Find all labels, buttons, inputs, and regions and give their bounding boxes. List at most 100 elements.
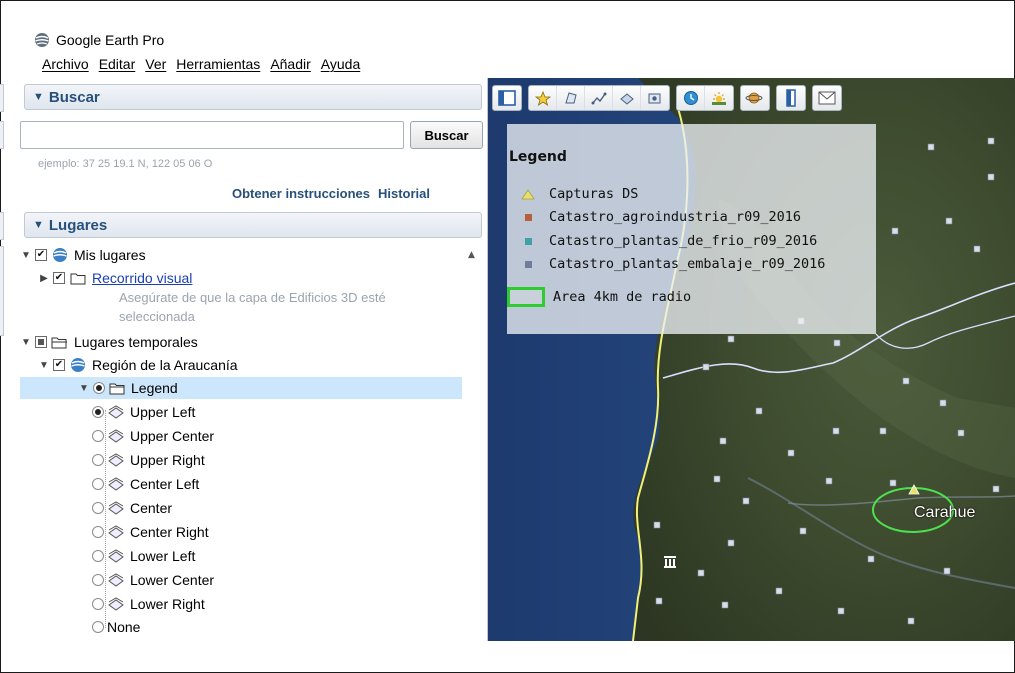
option-label: Center Left: [130, 476, 200, 492]
menu-ayuda[interactable]: Ayuda: [321, 56, 360, 76]
option-row[interactable]: Upper Right: [92, 449, 205, 471]
overlay-layer-icon: [107, 428, 125, 444]
menu-herramientas[interactable]: Herramientas: [176, 56, 260, 76]
path-icon: [591, 92, 606, 105]
placemark-icon: [534, 90, 551, 106]
directions-link[interactable]: Obtener instrucciones: [232, 186, 370, 201]
map-toolbar: [488, 82, 1015, 114]
option-row[interactable]: None: [92, 616, 140, 638]
image-overlay-icon: [619, 93, 634, 105]
historical-imagery-button[interactable]: [677, 86, 705, 110]
collapse-triangle-icon: ▼: [33, 219, 44, 231]
option-label: None: [107, 619, 141, 635]
square-marker-icon: [521, 257, 535, 271]
option-radio[interactable]: [92, 502, 104, 514]
region-label: Región de la Araucanía: [92, 357, 238, 373]
legend-title: Legend: [509, 149, 567, 165]
my-places-label: Mis lugares: [74, 247, 146, 263]
menu-bar: Archivo Editar Ver Herramientas Añadir A…: [42, 56, 360, 76]
menu-ver[interactable]: Ver: [145, 56, 166, 76]
search-links: Obtener instrucciones Historial: [232, 186, 430, 201]
option-row[interactable]: Lower Center: [92, 569, 214, 591]
add-image-overlay-button[interactable]: [613, 86, 641, 110]
menu-editar[interactable]: Editar: [99, 56, 136, 76]
scroll-up-arrow-icon[interactable]: ▲: [468, 250, 475, 260]
option-radio[interactable]: [92, 406, 104, 418]
option-radio[interactable]: [92, 598, 104, 610]
legend-item-label: Area 4km de radio: [553, 289, 692, 305]
switch-planet-button[interactable]: [740, 85, 770, 111]
tree-row-region[interactable]: ▼ ✔ Región de la Araucanía: [38, 354, 238, 376]
overlay-layer-icon: [107, 500, 125, 516]
expand-arrow-icon[interactable]: ▼: [38, 360, 50, 371]
option-row[interactable]: Upper Left: [92, 401, 195, 423]
option-label: Upper Center: [130, 428, 215, 444]
expand-arrow-icon[interactable]: ▼: [20, 250, 32, 261]
option-row[interactable]: Upper Center: [92, 425, 214, 447]
option-row[interactable]: Center Left: [92, 473, 199, 495]
option-label: Lower Right: [130, 596, 205, 612]
panel-collapse-handle[interactable]: [0, 84, 4, 112]
places-section-header[interactable]: ▼ Lugares: [24, 212, 482, 238]
panel-collapse-handle-2[interactable]: [0, 121, 4, 149]
option-radio[interactable]: [92, 621, 104, 633]
option-row[interactable]: Center Right: [92, 521, 209, 543]
legend-radio[interactable]: [93, 382, 105, 394]
sidebar-toggle-button[interactable]: [492, 85, 522, 111]
add-path-button[interactable]: [585, 86, 613, 110]
panel-collapse-handle-3[interactable]: [0, 212, 4, 240]
expand-arrow-icon[interactable]: ▼: [78, 383, 90, 394]
option-row[interactable]: Lower Right: [92, 593, 205, 615]
folder-icon: [108, 380, 126, 396]
add-polygon-button[interactable]: [557, 86, 585, 110]
email-button[interactable]: [812, 85, 842, 111]
option-radio[interactable]: [92, 550, 104, 562]
legend-item-label: Capturas DS: [549, 186, 639, 202]
overlay-layer-icon: [107, 452, 125, 468]
option-label: Center Right: [130, 524, 209, 540]
earth-globe-icon: [69, 357, 87, 373]
tour-checkbox[interactable]: ✔: [53, 272, 65, 284]
sunlight-button[interactable]: [705, 86, 733, 110]
add-placemark-button[interactable]: [529, 86, 557, 110]
option-radio[interactable]: [92, 430, 104, 442]
search-button[interactable]: Buscar: [410, 121, 483, 149]
town-label[interactable]: Carahue: [914, 504, 975, 522]
my-places-checkbox[interactable]: ✔: [35, 249, 47, 261]
option-radio[interactable]: [92, 478, 104, 490]
legend-item-label: Catastro_plantas_embalaje_r09_2016: [549, 256, 826, 272]
area-outline-icon: [507, 287, 545, 307]
record-tour-button[interactable]: [641, 86, 669, 110]
ruler-button[interactable]: [776, 85, 806, 111]
expand-arrow-icon[interactable]: ▼: [20, 337, 32, 348]
option-row[interactable]: Center: [92, 497, 172, 519]
search-section-header[interactable]: ▼ Buscar: [24, 84, 482, 110]
region-checkbox[interactable]: ✔: [53, 359, 65, 371]
tree-row-tour[interactable]: ▶ ✔ Recorrido visual: [38, 267, 192, 289]
menu-anadir[interactable]: Añadir: [270, 56, 310, 76]
google-earth-icon: [34, 32, 50, 48]
search-input[interactable]: [20, 121, 404, 149]
panel-collapse-handle-4[interactable]: [0, 246, 4, 336]
tour-link[interactable]: Recorrido visual: [92, 270, 192, 286]
legend-item-label: Catastro_plantas_de_frio_r09_2016: [549, 233, 818, 249]
legend-item: Area 4km de radio: [507, 287, 691, 307]
option-radio[interactable]: [92, 526, 104, 538]
expand-arrow-icon[interactable]: ▶: [38, 273, 50, 284]
option-label: Upper Left: [130, 404, 196, 420]
tree-row-temp-places[interactable]: ▼ Lugares temporales: [20, 331, 198, 353]
overlay-layer-icon: [107, 572, 125, 588]
legend-item: Catastro_plantas_embalaje_r09_2016: [521, 254, 825, 274]
history-link[interactable]: Historial: [378, 186, 430, 201]
tour-note-line-1: Asegúrate de que la capa de Edificios 3D…: [119, 290, 386, 305]
sidebar-icon: [498, 90, 516, 106]
tree-row-legend[interactable]: ▼ Legend: [20, 377, 462, 399]
window-title: Google Earth Pro: [56, 32, 165, 48]
tree-row-my-places[interactable]: ▼ ✔ Mis lugares: [20, 244, 146, 266]
tour-note-line-2: seleccionada: [119, 309, 195, 324]
temp-places-checkbox[interactable]: [35, 336, 47, 348]
option-radio[interactable]: [92, 454, 104, 466]
option-row[interactable]: Lower Left: [92, 545, 195, 567]
option-radio[interactable]: [92, 574, 104, 586]
menu-archivo[interactable]: Archivo: [42, 56, 89, 76]
